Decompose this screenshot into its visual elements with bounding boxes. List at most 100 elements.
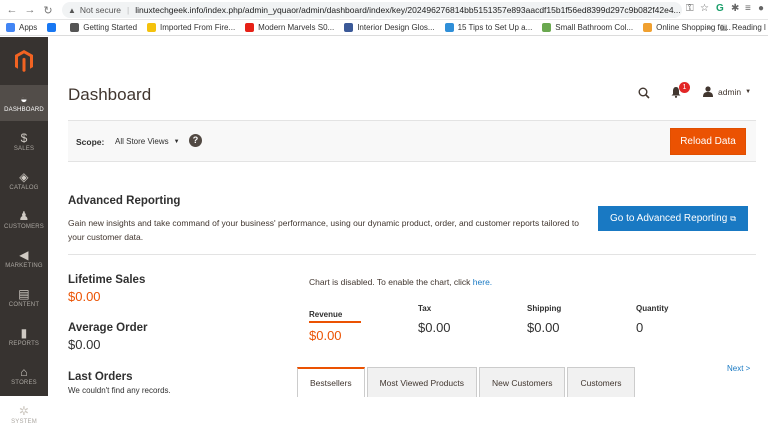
bookmark-item[interactable]: Getting Started xyxy=(70,23,137,32)
sidebar-item-label: CONTENT xyxy=(8,302,40,308)
tax-value: $0.00 xyxy=(418,320,451,335)
scope-label: Scope: xyxy=(76,137,105,147)
tab-new-customers[interactable]: New Customers xyxy=(479,367,566,397)
address-bar[interactable]: ▲ Not secure | linuxtechgeek.info/index.… xyxy=(62,2,682,18)
shipping-label: Shipping xyxy=(527,304,562,313)
tax-label: Tax xyxy=(418,304,432,313)
reload-icon[interactable]: ↻ xyxy=(40,4,56,17)
key-icon[interactable]: ⚿ xyxy=(686,3,694,14)
bookmarks-bar: Apps Getting Started Imported From Fire...… xyxy=(0,20,768,36)
admin-username: admin xyxy=(718,86,742,97)
bookmark-favicon-icon xyxy=(6,23,15,32)
sidebar-item-reports[interactable]: ▮ REPORTS xyxy=(0,319,48,355)
grid-tabs: Bestsellers Most Viewed Products New Cus… xyxy=(297,367,637,397)
profile-avatar-icon[interactable]: ● xyxy=(758,3,764,14)
tax-total: Tax $0.00 xyxy=(418,304,518,335)
sidebar-item-dashboard[interactable]: ◒ DASHBOARD xyxy=(0,85,48,121)
sidebar-item-label: MARKETING xyxy=(5,263,43,269)
quantity-label: Quantity xyxy=(636,304,669,313)
help-icon[interactable]: ? xyxy=(189,134,202,147)
notification-badge[interactable]: 1 xyxy=(679,82,690,93)
bookmark-label: Apps xyxy=(19,23,38,32)
sidebar-item-marketing[interactable]: ◀ MARKETING xyxy=(0,241,48,277)
magento-logo[interactable] xyxy=(0,37,48,85)
bookmark-item[interactable] xyxy=(47,23,60,32)
lifetime-sales-label: Lifetime Sales xyxy=(68,274,146,286)
advanced-reporting-button-label: Go to Advanced Reporting xyxy=(609,213,728,224)
quantity-value: 0 xyxy=(636,320,644,335)
forward-arrow-icon[interactable]: → xyxy=(22,4,38,16)
section-divider xyxy=(68,254,756,255)
bookmark-favicon-icon xyxy=(542,23,552,32)
main-content: Dashboard 1 admin ▼ Scope: All Store Vie… xyxy=(48,37,768,397)
bookmark-item[interactable]: Online Shopping fo... xyxy=(643,23,731,32)
chevron-down-icon: ▼ xyxy=(173,138,180,145)
star-icon[interactable]: ☆ xyxy=(700,3,709,14)
security-label: Not secure xyxy=(79,5,122,15)
warning-icon: ▲ xyxy=(68,5,76,15)
sidebar-item-customers[interactable]: ♟ CUSTOMERS xyxy=(0,202,48,238)
store-view-switcher[interactable]: All Store Views ▼ xyxy=(115,137,180,146)
store-view-value: All Store Views xyxy=(115,137,169,146)
reading-list-icon[interactable]: ▤ xyxy=(720,23,728,32)
search-icon[interactable] xyxy=(638,87,650,99)
average-order-label: Average Order xyxy=(68,322,148,334)
advanced-reporting-title: Advanced Reporting xyxy=(68,195,181,207)
tab-customers[interactable]: Customers xyxy=(567,367,635,397)
magento-logo-icon xyxy=(15,50,33,72)
sidebar-item-sales[interactable]: $ SALES xyxy=(0,124,48,160)
customers-icon: ♟ xyxy=(18,209,30,223)
chart-disabled-text: Chart is disabled. To enable the chart, … xyxy=(309,277,473,287)
dashboard-icon: ◒ xyxy=(20,92,28,106)
bookmark-label: 15 Tips to Set Up a... xyxy=(457,23,533,32)
reading-list-label[interactable]: Reading l xyxy=(732,23,766,32)
chevron-down-icon: ▼ xyxy=(745,88,752,95)
advanced-reporting-description: Gain new insights and take command of yo… xyxy=(68,218,579,242)
advanced-reporting-button[interactable]: Go to Advanced Reporting ⧉ xyxy=(598,206,748,231)
chart-disabled-message: Chart is disabled. To enable the chart, … xyxy=(309,277,492,287)
bookmark-label: Interior Design Glos... xyxy=(357,23,435,32)
bookmark-item[interactable]: Apps xyxy=(6,23,37,32)
sidebar-item-label: CUSTOMERS xyxy=(3,224,45,230)
sidebar-item-content[interactable]: ▤ CONTENT xyxy=(0,280,48,316)
bookmark-label: Small Bathroom Col... xyxy=(555,23,634,32)
playlist-icon[interactable]: ≡ xyxy=(745,3,751,14)
bookmark-item[interactable]: Small Bathroom Col... xyxy=(542,23,633,32)
bookmark-favicon-icon xyxy=(344,23,354,32)
bookmark-favicon-icon xyxy=(444,23,454,32)
bookmark-item[interactable]: Interior Design Glos... xyxy=(344,23,435,32)
enable-chart-link[interactable]: here. xyxy=(473,277,492,287)
puzzle-icon[interactable]: ✱ xyxy=(731,3,739,14)
extension-g-icon[interactable]: G xyxy=(716,3,724,14)
bookmark-favicon-icon xyxy=(643,23,653,32)
bookmark-favicon-icon xyxy=(147,23,157,32)
sidebar-item-catalog[interactable]: ◈ CATALOG xyxy=(0,163,48,199)
sidebar-item-system[interactable]: ✲ SYSTEM xyxy=(0,397,48,433)
tab-most-viewed-products[interactable]: Most Viewed Products xyxy=(366,367,477,397)
revenue-label: Revenue xyxy=(309,310,361,323)
stores-icon: ⌂ xyxy=(20,365,28,379)
address-separator: | xyxy=(127,5,130,15)
admin-sidebar: ◒ DASHBOARD $ SALES ◈ CATALOG ♟ CUSTOMERS ◀ MARKE… xyxy=(0,37,48,425)
bookmark-favicon-icon xyxy=(47,23,57,32)
scope-bar: Scope: All Store Views ▼ ? Reload Data xyxy=(68,120,756,162)
bookmark-favicon-icon xyxy=(70,23,80,32)
tab-bestsellers[interactable]: Bestsellers xyxy=(297,367,365,397)
admin-user-menu[interactable]: admin ▼ xyxy=(703,86,751,97)
bookmark-label: Imported From Fire... xyxy=(160,23,236,32)
sidebar-item-stores[interactable]: ⌂ STORES xyxy=(0,358,48,394)
bookmark-item[interactable]: 15 Tips to Set Up a... xyxy=(444,23,533,32)
reload-data-button[interactable]: Reload Data xyxy=(670,128,746,155)
marketing-icon: ◀ xyxy=(19,248,29,262)
sidebar-item-label: REPORTS xyxy=(8,341,40,347)
bookmark-favicon-icon xyxy=(245,23,255,32)
user-icon xyxy=(703,86,713,97)
next-link[interactable]: Next > xyxy=(727,364,750,373)
reports-icon: ▮ xyxy=(20,326,28,340)
page-title: Dashboard xyxy=(68,85,152,104)
back-arrow-icon[interactable]: ← xyxy=(4,4,20,16)
bookmark-item[interactable]: Imported From Fire... xyxy=(147,23,235,32)
bookmark-item[interactable]: Modern Marvels S0... xyxy=(245,23,334,32)
bookmarks-overflow-icon[interactable]: » xyxy=(707,23,711,32)
external-link-icon: ⧉ xyxy=(730,213,737,223)
